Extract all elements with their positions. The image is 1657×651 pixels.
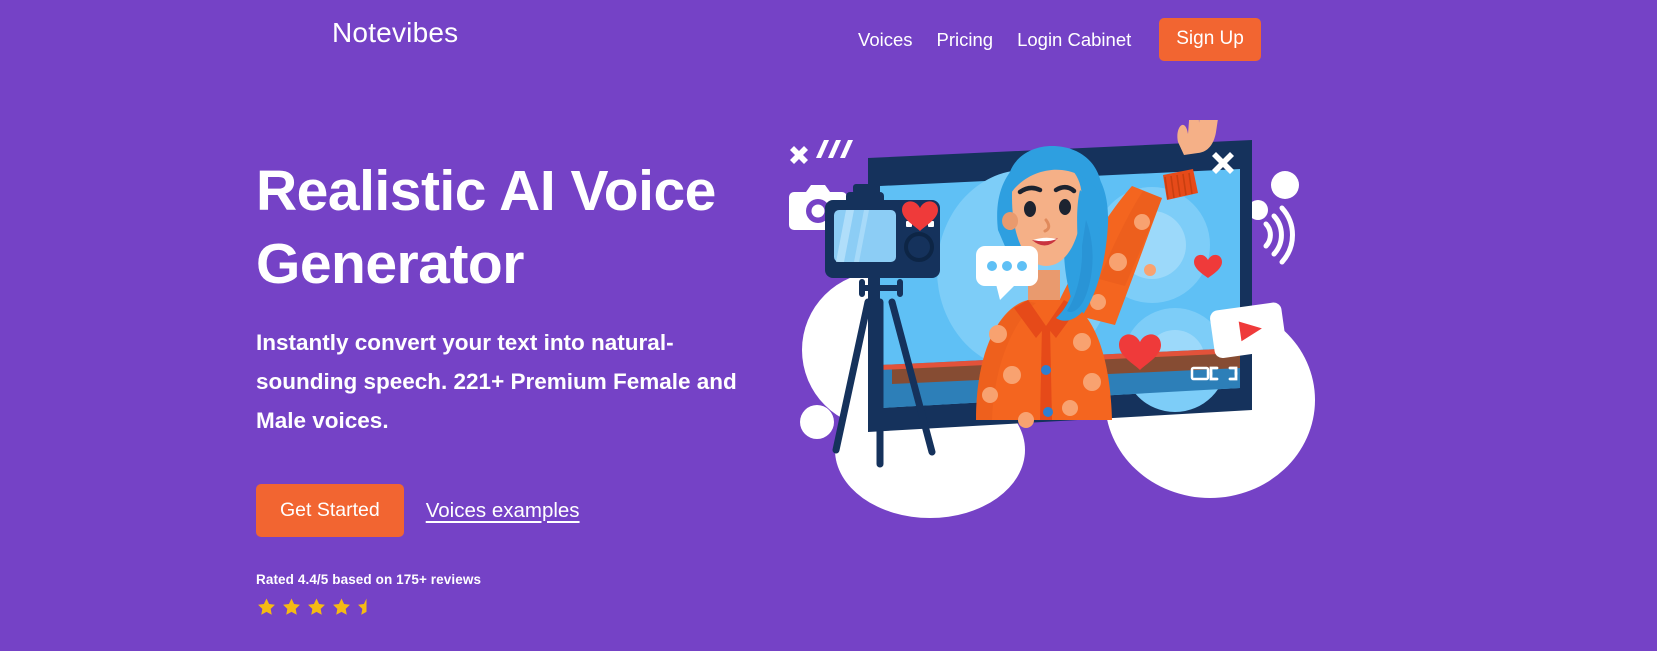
shirt-dot <box>1073 333 1091 351</box>
star-icon-full <box>283 598 300 615</box>
shirt-dot <box>1062 400 1078 416</box>
voices-examples-link[interactable]: Voices examples <box>426 499 580 523</box>
hero-section: Realistic AI Voice Generator Instantly c… <box>256 155 776 617</box>
star-icon-full <box>308 598 325 615</box>
brand-logo[interactable]: Notevibes <box>332 16 458 50</box>
shirt-dot <box>982 387 998 403</box>
star-icon-half <box>358 598 367 615</box>
star-icon-full <box>258 598 275 615</box>
play-button-icon <box>1210 302 1286 359</box>
star-rating <box>256 597 776 617</box>
page-title-line-2: Generator <box>256 232 524 296</box>
rating-suffix: based on 175+ reviews <box>328 572 482 587</box>
nav-item-pricing[interactable]: Pricing <box>925 26 1006 54</box>
shirt-button <box>1043 407 1053 417</box>
cta-row: Get Started Voices examples <box>256 484 776 537</box>
shirt-dot <box>989 325 1007 343</box>
sparkle-x-icon <box>790 140 853 164</box>
camera-viewfinder <box>853 184 877 194</box>
hero-subtitle: Instantly convert your text into natural… <box>256 330 737 433</box>
page-title: Realistic AI Voice Generator <box>256 155 776 301</box>
eye-right <box>1059 199 1071 215</box>
sleeve-dot <box>1109 253 1127 271</box>
rating-score: 4.4/5 <box>297 572 329 587</box>
decor-dot-small-left <box>800 405 834 439</box>
rating-text: Rated 4.4/5 based on 175+ reviews <box>256 571 776 589</box>
decor-dot-small-topright <box>1271 171 1299 199</box>
eye-left <box>1024 201 1036 217</box>
star-icon-full <box>333 598 350 615</box>
sign-up-button[interactable]: Sign Up <box>1159 18 1261 61</box>
page-title-line-1: Realistic AI Voice <box>256 159 716 223</box>
ear <box>1002 212 1019 230</box>
shirt-button <box>1041 365 1051 375</box>
wifi-arcs-icon <box>1263 205 1295 265</box>
shirt-dot <box>1018 412 1034 428</box>
rating-prefix: Rated <box>256 572 298 587</box>
video-recording-illustration <box>780 120 1340 540</box>
shirt-dot <box>1003 366 1021 384</box>
site-header: Notevibes Voices Pricing Login Cabinet S… <box>0 0 1657 66</box>
nav-item-login-cabinet[interactable]: Login Cabinet <box>1005 26 1143 54</box>
rating-block: Rated 4.4/5 based on 175+ reviews <box>256 571 776 617</box>
shirt-dot <box>1083 373 1101 391</box>
nav-item-voices[interactable]: Voices <box>846 26 925 54</box>
sleeve-dot <box>1134 214 1150 230</box>
sleeve-dot <box>1144 264 1156 276</box>
main-navigation: Voices Pricing Login Cabinet Sign Up <box>846 18 1261 61</box>
camera-top-hump <box>846 192 884 206</box>
get-started-button[interactable]: Get Started <box>256 484 404 537</box>
